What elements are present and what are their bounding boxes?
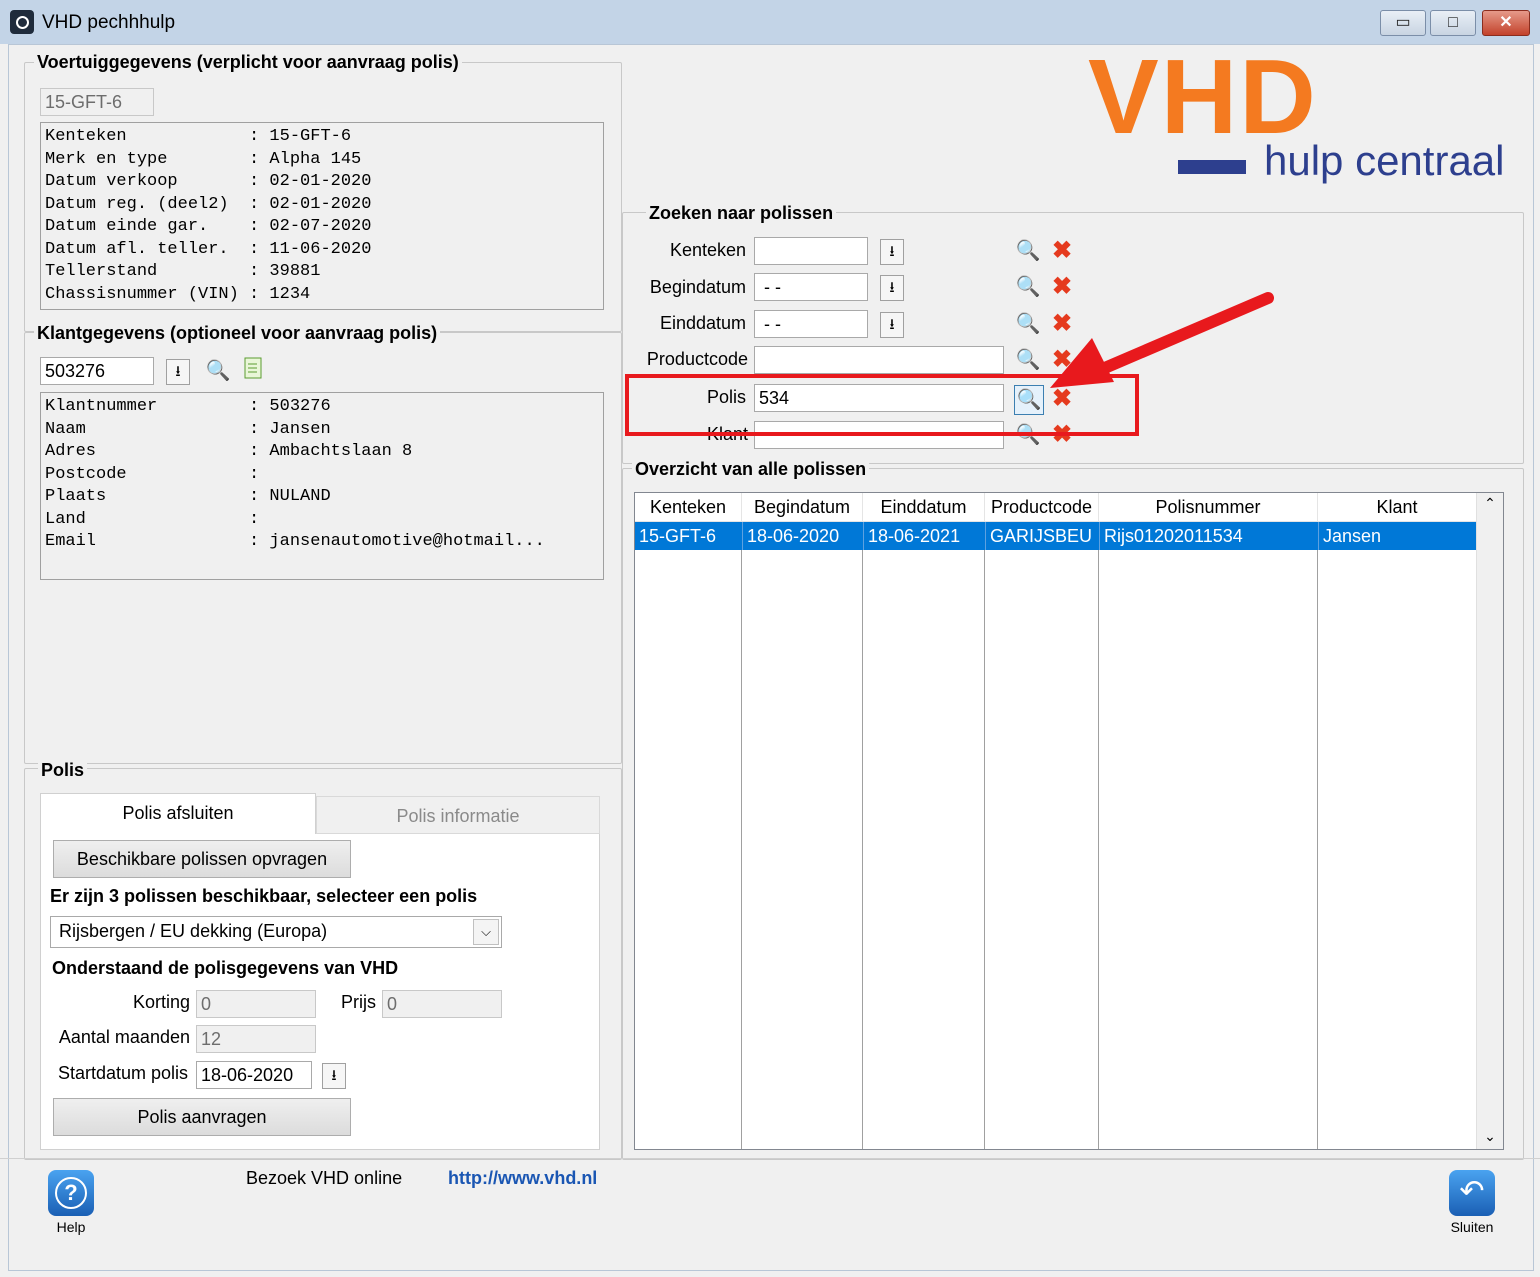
search-legend: Zoeken naar polissen [646,203,837,224]
close-window-button[interactable]: ✕ [1482,10,1530,36]
polis-legend: Polis [38,760,88,781]
startdatum-label: Startdatum polis [57,1063,188,1083]
aantal-maanden-field[interactable] [196,1025,316,1053]
table-cell[interactable]: GARIJSBEU [985,522,1099,550]
tab-polis-afsluiten[interactable]: Polis afsluiten [40,793,316,834]
column-header-kenteken[interactable]: Kenteken [635,493,742,522]
clear-icon[interactable]: ✖ [1048,237,1076,265]
customer-number-field[interactable] [40,357,154,385]
maximize-icon: □ [1448,14,1458,31]
customer-info-text: Klantnummer : 503276 Naam : Jansen Adres… [45,397,545,551]
begindatum-search-field[interactable] [754,273,868,301]
available-policies-text: Er zijn 3 polissen beschikbaar, selectee… [50,886,478,906]
help-icon: ? [55,1177,87,1209]
note-icon[interactable] [242,357,264,385]
download-icon[interactable]: ⭳ [880,275,904,301]
einddatum-search-field[interactable] [754,310,868,338]
download-icon[interactable]: ⭳ [880,239,904,265]
download-icon[interactable]: ⭳ [880,312,904,338]
productcode-label: Productcode [646,349,748,369]
help-label: Help [56,1219,86,1235]
maximize-button[interactable]: □ [1430,10,1476,36]
search-icon[interactable]: 🔍 [204,357,232,385]
footer-divider [0,1158,1540,1159]
prijs-label: Prijs [341,992,376,1012]
app-icon [10,10,34,34]
tab-polis-informatie[interactable]: Polis informatie [316,796,600,834]
begindatum-label: Begindatum [649,277,746,297]
einddatum-label: Einddatum [659,313,746,333]
productcode-search-field[interactable] [754,346,1004,374]
vhd-logo: VHD [1088,44,1318,150]
website-link[interactable]: http://www.vhd.nl [448,1168,597,1189]
prijs-field[interactable] [382,990,502,1018]
search-icon[interactable]: 🔍 [1014,310,1042,338]
undo-icon: ↶ [1459,1175,1485,1208]
close-icon: ✕ [1499,14,1513,31]
close-app-button[interactable]: ↶ [1449,1170,1495,1216]
search-icon[interactable]: 🔍 [1014,237,1042,265]
vehicle-info-text: Kenteken : 15-GFT-6 Merk en type : Alpha… [45,127,372,304]
korting-label: Korting [132,992,190,1012]
request-policy-button[interactable]: Polis aanvragen [53,1098,351,1136]
column-header-polisnummer[interactable]: Polisnummer [1099,493,1318,522]
customer-legend: Klantgegevens (optioneel voor aanvraag p… [34,323,441,344]
column-header-klant[interactable]: Klant [1318,493,1477,522]
vehicle-plate-field[interactable] [40,88,154,116]
table-cell[interactable]: Jansen [1318,522,1476,550]
table-cell[interactable]: 15-GFT-6 [635,522,742,550]
overview-legend: Overzicht van alle polissen [632,459,870,480]
policy-select-value: Rijsbergen / EU dekking (Europa) [59,921,328,941]
vehicle-legend: Voertuiggegevens (verplicht voor aanvraa… [34,52,462,73]
korting-field[interactable] [196,990,316,1018]
column-divider [862,550,863,1149]
search-icon[interactable]: 🔍 [1014,346,1042,374]
window-title: VHD pechhhulp [42,12,176,33]
column-header-begindatum[interactable]: Begindatum [742,493,863,522]
column-divider [741,550,742,1149]
vertical-scrollbar[interactable]: ⌃ ⌄ [1476,493,1503,1149]
table-cell[interactable]: 18-06-2021 [863,522,985,550]
policy-details-heading: Onderstaand de polisgegevens van VHD [52,958,399,978]
visit-online-text: Bezoek VHD online [246,1168,403,1188]
column-divider [1317,550,1318,1149]
close-app-label: Sluiten [1450,1219,1494,1235]
help-button[interactable]: ? [48,1170,94,1216]
kenteken-search-field[interactable] [754,237,868,265]
dropdown-arrow-icon[interactable]: ⌵ [473,919,499,945]
search-icon[interactable]: 🔍 [1014,273,1042,301]
download-icon[interactable]: ⭳ [322,1063,346,1089]
available-policies-button[interactable]: Beschikbare polissen opvragen [53,840,351,878]
startdatum-field[interactable] [196,1061,312,1089]
aantal-maanden-label: Aantal maanden [58,1027,190,1047]
minimize-icon: ▭ [1395,14,1411,31]
column-header-einddatum[interactable]: Einddatum [863,493,985,522]
app-window: VHD pechhhulp ▭ □ ✕ Voertuiggegevens (ve… [0,0,1540,1277]
table-cell[interactable]: Rijs01202011534 [1099,522,1318,550]
logo-bar [1178,160,1246,174]
annotation-arrow [1050,292,1274,388]
download-icon[interactable]: ⭳ [166,359,190,385]
column-divider [984,550,985,1149]
logo-tagline: hulp centraal [1264,137,1505,184]
column-header-productcode[interactable]: Productcode [985,493,1099,522]
scroll-up-icon[interactable]: ⌃ [1477,495,1503,512]
policy-select[interactable]: Rijsbergen / EU dekking (Europa) ⌵ [50,916,502,948]
kenteken-label: Kenteken [669,240,746,260]
customer-info-box: Klantnummer : 503276 Naam : Jansen Adres… [40,392,604,580]
scroll-down-icon[interactable]: ⌄ [1477,1128,1503,1145]
column-divider [1098,550,1099,1149]
vehicle-info-box: Kenteken : 15-GFT-6 Merk en type : Alpha… [40,122,604,310]
table-cell[interactable]: 18-06-2020 [742,522,863,550]
minimize-button[interactable]: ▭ [1380,10,1426,36]
policies-grid[interactable]: Kenteken Begindatum Einddatum Productcod… [634,492,1504,1150]
